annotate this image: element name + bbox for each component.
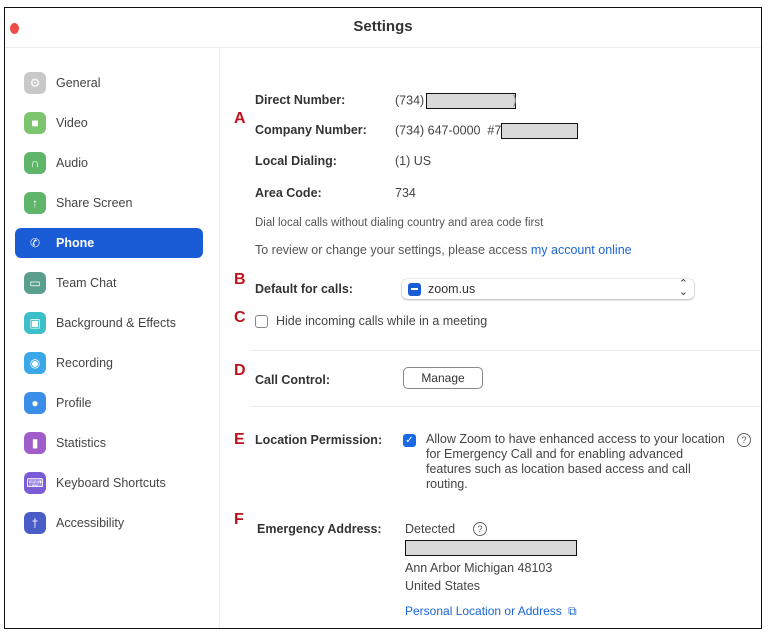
location-permission-checkbox[interactable]: ✓ bbox=[403, 434, 416, 447]
sidebar-item-label: Audio bbox=[56, 156, 88, 170]
redacted-street-address bbox=[405, 540, 577, 556]
chat-icon: ▭ bbox=[24, 272, 46, 294]
sidebar-item-audio[interactable]: ∩ Audio bbox=[15, 148, 203, 178]
keyboard-icon: ⌨ bbox=[24, 472, 46, 494]
sidebar-item-video[interactable]: ■ Video bbox=[15, 108, 203, 138]
hide-incoming-calls-label: Hide incoming calls while in a meeting bbox=[276, 314, 488, 328]
call-control-label: Call Control: bbox=[255, 373, 330, 387]
local-dialing-value: (1) US bbox=[395, 154, 432, 168]
direct-number-suffix: ) bbox=[512, 93, 517, 108]
sidebar-item-recording[interactable]: ◉ Recording bbox=[15, 348, 203, 378]
sidebar-item-label: Team Chat bbox=[56, 276, 117, 290]
company-number-prefix: (734) 647-0000 #7 bbox=[395, 123, 502, 138]
sidebar-item-label: General bbox=[56, 76, 101, 90]
my-account-online-link[interactable]: my account online bbox=[531, 243, 632, 257]
annotation-marker-c: C bbox=[234, 309, 246, 326]
location-permission-text: Allow Zoom to have enhanced access to yo… bbox=[426, 432, 725, 491]
sidebar-item-label: Profile bbox=[56, 396, 92, 410]
sidebar-item-share-screen[interactable]: ↑ Share Screen bbox=[15, 188, 203, 218]
annotation-marker-b: B bbox=[234, 271, 246, 288]
location-permission-label: Location Permission: bbox=[255, 433, 383, 447]
settings-window: Settings ⚙ General ■ Video ∩ Audio ↑ Share Scre… bbox=[4, 7, 762, 629]
sidebar-item-label: Accessibility bbox=[56, 516, 125, 530]
phone-settings-panel: A Direct Number: (734) ) Company Number:… bbox=[220, 48, 761, 628]
direct-number-label: Direct Number: bbox=[255, 93, 346, 107]
hide-incoming-calls-checkbox[interactable] bbox=[255, 315, 268, 328]
zoom-app-icon bbox=[408, 282, 421, 296]
dial-note: Dial local calls without dialing country… bbox=[255, 217, 544, 229]
annotation-marker-a: A bbox=[234, 110, 246, 127]
personal-location-link-text: Personal Location or Address bbox=[405, 604, 562, 618]
video-camera-icon: ■ bbox=[24, 112, 46, 134]
annotation-marker-f: F bbox=[234, 511, 244, 528]
sidebar-item-label: Video bbox=[56, 116, 88, 130]
default-for-calls-value: zoom.us bbox=[428, 282, 476, 296]
address-city-line: Ann Arbor Michigan 48103 bbox=[405, 561, 553, 575]
sidebar-item-label: Background & Effects bbox=[56, 316, 176, 330]
window-title: Settings bbox=[353, 18, 413, 35]
emergency-address-label: Emergency Address: bbox=[257, 522, 382, 536]
chevron-up-down-icon: ⌃ ⌄ bbox=[678, 278, 688, 298]
phone-icon: ✆ bbox=[29, 236, 41, 250]
section-divider bbox=[250, 350, 761, 351]
statistics-icon: ▮ bbox=[24, 432, 46, 454]
redacted-block bbox=[501, 123, 579, 139]
share-screen-icon: ↑ bbox=[24, 192, 46, 214]
sidebar-item-general[interactable]: ⚙ General bbox=[15, 68, 203, 98]
direct-number-prefix: (734) bbox=[395, 93, 425, 108]
sidebar-item-team-chat[interactable]: ▭ Team Chat bbox=[15, 268, 203, 298]
address-country-line: United States bbox=[405, 579, 481, 593]
sidebar-item-background-effects[interactable]: ▣ Background & Effects bbox=[15, 308, 203, 338]
headphones-icon: ∩ bbox=[24, 152, 46, 174]
emergency-address-status: Detected bbox=[405, 522, 456, 536]
external-link-icon: ⧉ bbox=[568, 604, 577, 618]
recording-icon: ◉ bbox=[24, 352, 46, 374]
local-dialing-label: Local Dialing: bbox=[255, 154, 337, 168]
sidebar-item-keyboard-shortcuts[interactable]: ⌨ Keyboard Shortcuts bbox=[15, 468, 203, 498]
accessibility-icon: † bbox=[24, 512, 46, 534]
profile-icon: ● bbox=[24, 392, 46, 414]
area-code-value: 734 bbox=[395, 186, 416, 200]
sidebar-item-profile[interactable]: ● Profile bbox=[15, 388, 203, 418]
direct-number-value: (734) ) bbox=[395, 93, 517, 109]
title-bar: Settings bbox=[5, 8, 761, 48]
default-for-calls-select[interactable]: zoom.us ⌃ ⌄ bbox=[402, 279, 694, 299]
redacted-block bbox=[425, 93, 516, 109]
manage-button[interactable]: Manage bbox=[403, 367, 483, 389]
annotation-marker-d: D bbox=[234, 362, 246, 379]
sidebar-item-label: Statistics bbox=[56, 436, 107, 450]
default-for-calls-label: Default for calls: bbox=[255, 282, 353, 296]
company-number-value: (734) 647-0000 #7 bbox=[395, 123, 579, 139]
settings-sidebar: ⚙ General ■ Video ∩ Audio ↑ Share Screen ✆ Phone ▭… bbox=[5, 48, 220, 628]
sidebar-item-label: Keyboard Shortcuts bbox=[56, 476, 166, 490]
sidebar-item-label: Recording bbox=[56, 356, 113, 370]
sidebar-item-label: Phone bbox=[56, 236, 95, 250]
review-note-text: To review or change your settings, pleas… bbox=[255, 243, 528, 257]
gear-icon: ⚙ bbox=[24, 72, 46, 94]
sidebar-item-accessibility[interactable]: † Accessibility bbox=[15, 508, 203, 538]
help-icon[interactable]: ? bbox=[473, 522, 487, 536]
help-icon[interactable]: ? bbox=[737, 433, 751, 447]
sidebar-item-label: Share Screen bbox=[56, 196, 133, 210]
background-icon: ▣ bbox=[24, 312, 46, 334]
annotation-marker-e: E bbox=[234, 431, 245, 448]
review-note: To review or change your settings, pleas… bbox=[255, 243, 632, 257]
personal-location-link[interactable]: Personal Location or Address ⧉ bbox=[405, 604, 577, 619]
company-number-label: Company Number: bbox=[255, 123, 367, 137]
section-divider bbox=[250, 406, 761, 407]
sidebar-item-phone[interactable]: ✆ Phone bbox=[15, 228, 203, 258]
sidebar-item-statistics[interactable]: ▮ Statistics bbox=[15, 428, 203, 458]
area-code-label: Area Code: bbox=[255, 186, 322, 200]
